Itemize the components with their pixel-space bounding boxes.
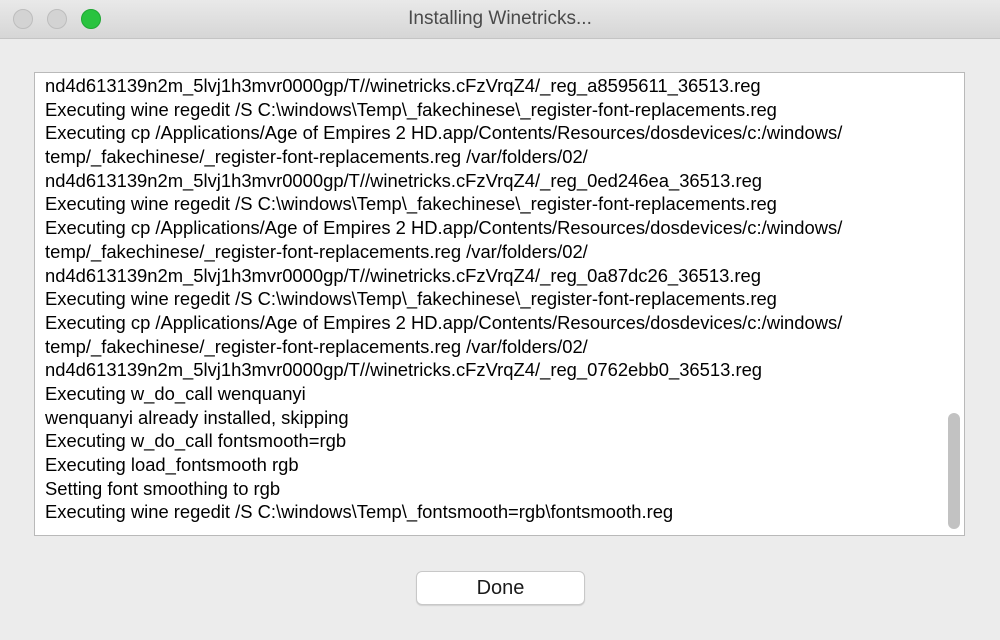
log-line: Executing w_do_call wenquanyi (45, 382, 306, 404)
window-title: Installing Winetricks... (408, 8, 592, 29)
log-line: Executing wine regedit /S C:\windows\Tem… (45, 501, 674, 523)
log-line: nd4d613139n2m_5lvj1h3mvr0000gp/T//winetr… (45, 75, 761, 96)
log-line: nd4d613139n2m_5lvj1h3mvr0000gp/T//winetr… (45, 264, 761, 286)
log-line: Executing cp /Applications/Age of Empire… (45, 311, 843, 333)
install-log-view[interactable]: nd4d613139n2m_5lvj1h3mvr0000gp/T//winetr… (34, 72, 965, 536)
title-bar[interactable]: Installing Winetricks... (0, 0, 1000, 39)
log-line: Executing w_do_call fontsmooth=rgb (45, 430, 347, 452)
log-line: Setting font smoothing to rgb (45, 477, 281, 499)
done-button[interactable]: Done (416, 571, 585, 605)
log-line: Executing wine regedit /S C:\windows\Tem… (45, 288, 777, 310)
installer-window: Installing Winetricks... nd4d613139n2m_5… (0, 0, 1000, 640)
log-line: temp/_fakechinese/_register-font-replace… (45, 335, 588, 357)
install-log-text: nd4d613139n2m_5lvj1h3mvr0000gp/T//winetr… (45, 74, 940, 524)
log-line: temp/_fakechinese/_register-font-replace… (45, 240, 588, 262)
log-line: nd4d613139n2m_5lvj1h3mvr0000gp/T//winetr… (45, 359, 763, 381)
log-line: nd4d613139n2m_5lvj1h3mvr0000gp/T//winetr… (45, 169, 763, 191)
log-line: temp/_fakechinese/_register-font-replace… (45, 146, 588, 168)
log-line: wenquanyi already installed, skipping (45, 406, 349, 428)
log-line: Executing cp /Applications/Age of Empire… (45, 122, 843, 144)
log-line: Executing cp /Applications/Age of Empire… (45, 217, 843, 239)
log-scrollbar[interactable] (948, 77, 960, 531)
log-line: Executing wine regedit /S C:\windows\Tem… (45, 193, 777, 215)
log-line: Executing wine regedit /S C:\windows\Tem… (45, 98, 777, 120)
scrollbar-thumb[interactable] (948, 413, 960, 529)
log-line: Executing load_fontsmooth rgb (45, 454, 299, 475)
